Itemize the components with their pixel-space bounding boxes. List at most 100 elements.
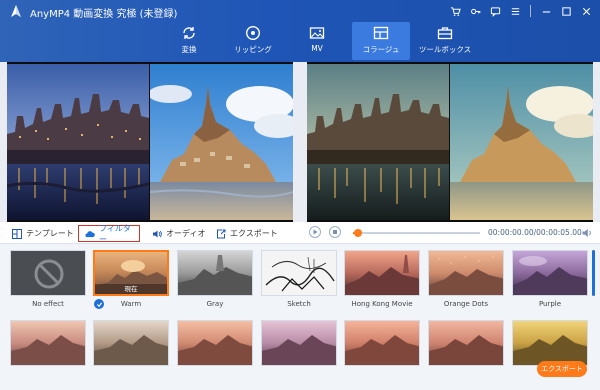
filter-thumbnail — [93, 320, 169, 366]
feedback-icon[interactable] — [487, 3, 503, 19]
filter-row2-1[interactable] — [10, 320, 86, 366]
cart-icon[interactable] — [447, 3, 463, 19]
progress-track[interactable] — [353, 232, 480, 234]
filter-thumbnail — [344, 320, 420, 366]
minimize-icon[interactable] — [538, 3, 554, 19]
menu-icon[interactable] — [507, 3, 523, 19]
filter-sketch[interactable]: Sketch — [261, 250, 337, 308]
tab-template[interactable]: テンプレート — [6, 225, 80, 242]
stop-icon — [333, 230, 337, 234]
filter-scrollbar[interactable] — [592, 250, 595, 296]
filter-row2-2[interactable] — [93, 320, 169, 366]
tab-filter-label: フィルター — [99, 223, 131, 244]
filter-thumbnail — [261, 250, 337, 296]
filter-gray[interactable]: Gray — [177, 250, 253, 308]
window-controls — [447, 3, 594, 19]
tab-toolbox-label: ツールボックス — [418, 45, 472, 54]
filter-thumbnail — [177, 320, 253, 366]
filter-name: Orange Dots — [443, 300, 489, 308]
filter-warm[interactable]: 現在 Warm — [93, 250, 169, 308]
cloud-filter-icon — [85, 229, 95, 239]
current-filter-tag: 現在 — [95, 284, 167, 294]
play-icon — [313, 229, 318, 235]
export-icon — [216, 229, 226, 239]
filter-name: Purple — [538, 300, 562, 308]
filter-thumbnail — [428, 320, 504, 366]
toolbox-icon — [437, 27, 453, 40]
tab-mv[interactable]: MV — [288, 22, 346, 60]
app-logo-icon — [8, 3, 24, 19]
tab-filter[interactable]: フィルター — [78, 223, 140, 244]
filter-name: Gray — [206, 300, 224, 308]
tab-ripping[interactable]: リッピング — [224, 22, 282, 60]
filter-name: Hong Kong Movie — [351, 300, 413, 308]
disc-icon — [245, 25, 261, 41]
filter-orange-dots[interactable]: Orange Dots — [428, 250, 504, 308]
filter-name: Warm — [120, 300, 142, 308]
mv-icon — [309, 27, 325, 39]
filter-gallery: No effect 現在 Warm Gray Sketch Hong Kong … — [0, 244, 600, 390]
stop-button[interactable] — [329, 226, 341, 238]
output-cell-city — [307, 64, 449, 220]
filter-purple[interactable]: Purple — [512, 250, 588, 308]
tab-export-label: エクスポート — [230, 229, 278, 238]
filter-thumbnail — [344, 250, 420, 296]
timecode: 00:00:00.00/00:00:05.00 — [488, 228, 582, 237]
progress-handle[interactable] — [354, 229, 363, 237]
left-gutter — [0, 62, 7, 222]
collage-cell-abbey[interactable] — [150, 64, 293, 220]
collage-icon — [373, 26, 389, 40]
tab-mv-label: MV — [311, 44, 323, 53]
key-icon[interactable] — [467, 3, 483, 19]
filter-name: Sketch — [287, 300, 311, 308]
tab-ripping-label: リッピング — [234, 45, 272, 54]
filter-thumbnail — [512, 250, 588, 296]
collage-cell-city[interactable] — [7, 64, 149, 220]
tab-convert[interactable]: 変換 — [160, 22, 218, 60]
filter-thumbnail — [177, 250, 253, 296]
selected-check-icon — [94, 299, 104, 309]
tab-convert-label: 変換 — [181, 45, 197, 54]
center-gutter — [293, 62, 307, 222]
template-icon — [12, 228, 22, 239]
filter-thumbnail — [10, 250, 86, 296]
filter-name: No effect — [32, 300, 64, 308]
filter-thumbnail — [428, 250, 504, 296]
right-gutter — [593, 62, 600, 222]
speaker-icon — [152, 229, 162, 239]
volume-icon — [582, 229, 591, 237]
tab-toolbox[interactable]: ツールボックス — [416, 22, 474, 60]
filter-thumbnail — [261, 320, 337, 366]
filter-thumbnail — [512, 320, 588, 366]
volume-button[interactable] — [581, 227, 593, 239]
controls-divider — [530, 5, 531, 17]
tab-collage[interactable]: コラージュ — [352, 22, 410, 60]
playback-controls: 00:00:00.00/00:00:05.00 — [307, 224, 593, 242]
app-title: AnyMP4 動画変換 究極 (未登録) — [30, 9, 178, 20]
collage-editor-preview[interactable] — [7, 62, 293, 222]
convert-icon — [183, 27, 195, 39]
tab-template-label: テンプレート — [26, 229, 74, 238]
filter-row2-4[interactable] — [261, 320, 337, 366]
filter-thumbnail — [10, 320, 86, 366]
tab-audio-label: オーディオ — [166, 229, 206, 238]
close-icon[interactable] — [578, 3, 594, 19]
filter-hong-kong-movie[interactable]: Hong Kong Movie — [344, 250, 420, 308]
title-bar: AnyMP4 動画変換 究極 (未登録) 変換 リッピング MV コラージュ ツ… — [0, 0, 600, 62]
tab-collage-label: コラージュ — [362, 45, 400, 54]
tab-export[interactable]: エクスポート — [210, 225, 284, 242]
play-button[interactable] — [309, 226, 321, 238]
filter-row2-5[interactable] — [344, 320, 420, 366]
filter-thumbnail: 現在 — [93, 250, 169, 296]
output-cell-abbey — [450, 64, 593, 220]
filter-row2-3[interactable] — [177, 320, 253, 366]
no-effect-icon — [34, 259, 64, 289]
tab-audio[interactable]: オーディオ — [146, 225, 211, 242]
main-nav: 変換 リッピング MV コラージュ ツールボックス — [160, 22, 480, 60]
filter-row2-7[interactable] — [512, 320, 588, 366]
maximize-icon[interactable] — [558, 3, 574, 19]
filter-no-effect[interactable]: No effect — [10, 250, 86, 308]
output-preview — [307, 62, 593, 222]
filter-row2-6[interactable] — [428, 320, 504, 366]
export-button[interactable]: エクスポート — [537, 361, 587, 377]
